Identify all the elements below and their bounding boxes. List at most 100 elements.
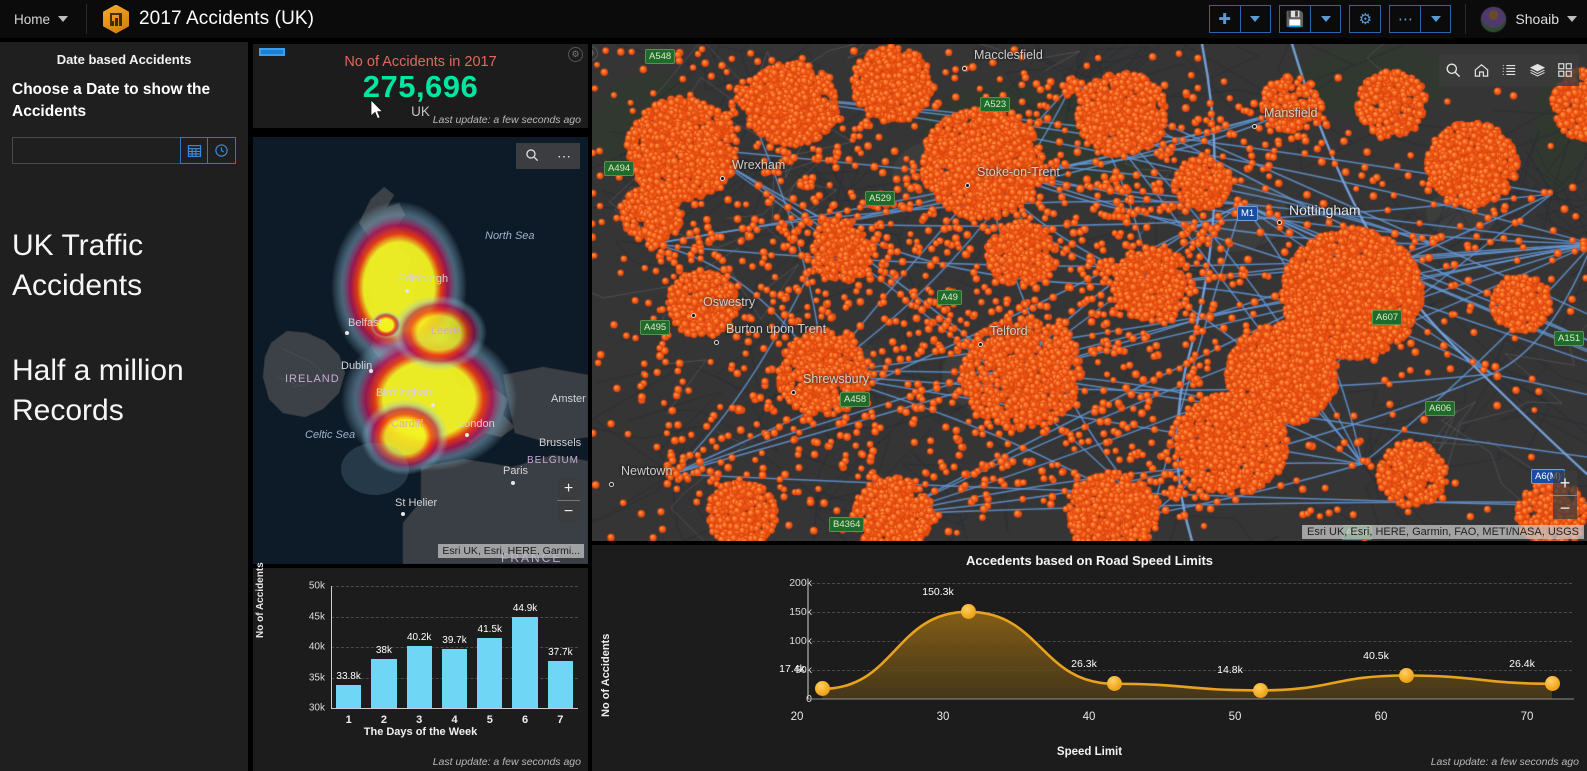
heatmap-zoom-controls[interactable]: + −	[557, 478, 580, 522]
days-of-week-bar-chart[interactable]: 30k 35k 40k 45k 50k 33.8k 1 38k 2 40.2k 3 39.7k 4 41.…	[253, 562, 588, 771]
layers-icon[interactable]	[1523, 62, 1551, 79]
x-axis-line	[331, 708, 578, 709]
bar-chart-x-tick: 6	[522, 714, 529, 726]
bar-chart-x-axis-label: The Days of the Week	[363, 726, 478, 738]
data-point-value-label: 40.5k	[1363, 649, 1389, 662]
user-name: Shoaib	[1515, 11, 1559, 27]
city-dot	[401, 512, 405, 516]
bar[interactable]	[335, 684, 362, 708]
avatar	[1480, 5, 1508, 33]
bar[interactable]	[547, 661, 574, 708]
add-dropdown-chevron-icon[interactable]	[1239, 6, 1270, 32]
bar[interactable]	[477, 637, 503, 708]
bar-value-label: 33.8k	[336, 670, 361, 682]
app-logo-icon	[103, 4, 130, 34]
top-bar-actions: ✚ 💾 ⚙ ⋯ Shoaib	[1208, 4, 1587, 34]
speed-chart-title: Accedents based on Road Speed Limits	[965, 553, 1214, 568]
city-dot	[1277, 220, 1282, 225]
home-button-label: Home	[14, 11, 51, 27]
city-dot	[345, 331, 349, 335]
settings-button[interactable]: ⚙	[1349, 5, 1382, 33]
date-picker-row	[12, 137, 236, 164]
map-zoom-controls[interactable]: + −	[1553, 471, 1577, 519]
city-dot	[962, 66, 967, 71]
add-widget-button[interactable]: ✚	[1208, 5, 1271, 33]
bar[interactable]	[371, 659, 397, 708]
toolbar-divider-2	[1465, 4, 1467, 34]
headline-secondary: Half a million Records	[12, 354, 184, 427]
speed-chart-x-tick: 60	[1374, 711, 1388, 723]
data-point-value-label: 26.3k	[1071, 657, 1097, 670]
heatmap-controls[interactable]: ⋯	[516, 143, 580, 169]
bar-chart-x-tick: 2	[380, 714, 387, 726]
data-point-value-label: 14.8k	[1217, 664, 1243, 677]
zoom-in-button[interactable]: +	[1553, 471, 1577, 495]
grid-line	[331, 616, 578, 618]
save-button[interactable]: 💾	[1278, 5, 1342, 33]
kpi-title: No of Accidents in 2017	[344, 54, 497, 70]
zoom-out-button[interactable]: −	[1553, 495, 1577, 519]
bookmarks-grid-icon[interactable]	[1551, 62, 1579, 78]
save-icon[interactable]: 💾	[1280, 6, 1311, 32]
more-options-button[interactable]: ⋯	[1389, 5, 1452, 33]
map-controls[interactable]	[1439, 54, 1579, 86]
search-icon[interactable]	[1439, 62, 1467, 78]
main-map-widget[interactable]: ⚙ EnglandMacclesfieldMansfieldWrexhamNot…	[592, 44, 1587, 541]
drag-handle[interactable]	[259, 48, 285, 56]
legend-list-icon[interactable]	[1495, 62, 1523, 78]
ellipsis-icon[interactable]: ⋯	[1390, 6, 1420, 32]
city-dot	[720, 176, 725, 181]
top-bar: Home 2017 Accidents (UK) ✚ 💾 ⚙ ⋯ Shoaib	[0, 0, 1587, 38]
toolbar-divider	[86, 4, 88, 34]
heatmap-attribution: Esri UK, Esri, HERE, Garmi...	[438, 544, 584, 558]
heatmap-widget[interactable]: North Sea Celtic Sea IRELAND BELGIUM FRA…	[253, 137, 588, 564]
data-point-marker[interactable]	[1398, 668, 1414, 683]
bar[interactable]	[441, 648, 468, 708]
data-point-marker[interactable]	[1544, 676, 1560, 692]
clock-icon[interactable]	[208, 137, 236, 164]
speed-chart-x-tick: 70	[1520, 711, 1534, 723]
bar-chart-y-tick: 30k	[308, 702, 325, 714]
bar-chart-plot: 30k 35k 40k 45k 50k 33.8k 1 38k 2 40.2k 3 39.7k 4 41.…	[253, 568, 588, 743]
search-icon[interactable]	[516, 148, 548, 165]
bar[interactable]	[406, 645, 432, 708]
city-dot	[791, 390, 796, 395]
data-point-marker[interactable]	[960, 604, 976, 620]
bar-chart-y-tick: 40k	[308, 641, 325, 653]
chevron-down-icon	[58, 16, 69, 22]
zoom-out-button[interactable]: −	[557, 500, 580, 522]
data-point-value-label: 26.4k	[1509, 657, 1535, 670]
left-panel: Date based Accidents Choose a Date to sh…	[0, 42, 248, 771]
kpi-card: ⚙ No of Accidents in 2017 275,696 UK Las…	[253, 44, 588, 128]
data-point-marker[interactable]	[1106, 676, 1122, 692]
speed-chart-last-update: Last update: a few seconds ago	[1430, 756, 1579, 768]
calendar-icon[interactable]	[180, 137, 208, 164]
ellipsis-icon[interactable]: ⋯	[548, 148, 580, 165]
kpi-last-update: Last update: a few seconds ago	[432, 114, 581, 126]
home-button[interactable]: Home	[0, 0, 82, 38]
bar-chart-x-tick: 1	[345, 714, 352, 726]
save-dropdown-chevron-icon[interactable]	[1310, 6, 1340, 32]
more-dropdown-chevron-icon[interactable]	[1420, 6, 1450, 32]
zoom-in-button[interactable]: +	[557, 478, 580, 500]
data-point-value-label: 17.4k	[779, 662, 805, 675]
speed-limit-area-chart[interactable]: Accedents based on Road Speed Limits 0 50…	[592, 545, 1587, 771]
plus-icon[interactable]: ✚	[1210, 6, 1240, 32]
bar[interactable]	[512, 617, 538, 708]
city-dot	[691, 313, 696, 318]
bar-value-label: 38k	[375, 645, 392, 657]
gear-icon[interactable]: ⚙	[1350, 6, 1380, 32]
data-point-marker[interactable]	[814, 681, 830, 697]
bar-chart-x-tick: 7	[557, 714, 564, 726]
date-input[interactable]	[12, 137, 180, 164]
bar-value-label: 41.5k	[477, 623, 503, 635]
home-icon[interactable]	[1467, 62, 1495, 79]
date-filter-header: Date based Accidents	[56, 52, 192, 67]
bar-value-label: 40.2k	[406, 631, 432, 643]
data-point-marker[interactable]	[1252, 682, 1268, 698]
speed-chart-x-tick: 40	[1082, 711, 1096, 723]
speed-chart-x-tick: 50	[1228, 711, 1242, 723]
gear-icon[interactable]: ⚙	[568, 47, 583, 62]
city-dot	[465, 433, 469, 437]
user-menu[interactable]: Shoaib	[1480, 5, 1577, 33]
